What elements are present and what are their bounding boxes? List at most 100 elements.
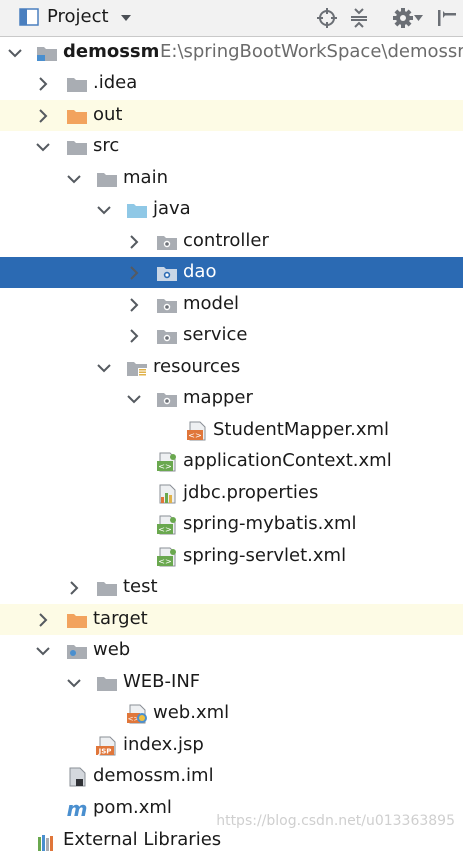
collapse-arrow-icon[interactable] bbox=[126, 297, 142, 313]
module-folder-icon bbox=[36, 43, 58, 63]
tree-label: index.jsp bbox=[123, 734, 204, 755]
tree-row-web-inf[interactable]: WEB-INF bbox=[0, 667, 463, 698]
xml-file-icon bbox=[186, 421, 208, 441]
tree-label: test bbox=[123, 576, 158, 597]
collapse-arrow-icon[interactable] bbox=[126, 328, 142, 344]
maven-file-icon bbox=[66, 799, 88, 819]
tree-row-web[interactable]: web bbox=[0, 635, 463, 666]
tree-row-demossm-iml[interactable]: demossm.iml bbox=[0, 761, 463, 792]
source-folder-icon bbox=[126, 200, 148, 220]
tree-row-main[interactable]: main bbox=[0, 163, 463, 194]
tree-label: main bbox=[123, 167, 168, 188]
hide-panel-icon[interactable] bbox=[436, 8, 458, 28]
tree-label: applicationContext.xml bbox=[183, 450, 392, 471]
tree-row-model[interactable]: model bbox=[0, 289, 463, 320]
tree-row-dao[interactable]: dao bbox=[0, 257, 463, 288]
project-toolbar: Project bbox=[0, 0, 463, 37]
tree-row-controller[interactable]: controller bbox=[0, 226, 463, 257]
tree-row-spring-mybatis-xml[interactable]: spring-mybatis.xml bbox=[0, 509, 463, 540]
project-tree[interactable]: demossm E:\springBootWorkSpace\demossm .… bbox=[0, 37, 463, 841]
collapse-arrow-icon[interactable] bbox=[66, 580, 82, 596]
jsp-file-icon bbox=[96, 736, 118, 756]
tree-label: model bbox=[183, 293, 240, 314]
iml-file-icon bbox=[66, 767, 88, 787]
tree-row-spring-servlet-xml[interactable]: spring-servlet.xml bbox=[0, 541, 463, 572]
tree-row-mapper[interactable]: mapper bbox=[0, 383, 463, 414]
tree-label: src bbox=[93, 135, 120, 156]
folder-icon bbox=[96, 673, 118, 693]
tree-row-java[interactable]: java bbox=[0, 194, 463, 225]
tree-label: .idea bbox=[93, 72, 138, 93]
tree-row-out[interactable]: out bbox=[0, 100, 463, 131]
properties-file-icon bbox=[156, 484, 178, 504]
spring-xml-file-icon bbox=[156, 452, 178, 472]
project-view-title[interactable]: Project bbox=[47, 6, 109, 28]
gear-dropdown-icon[interactable] bbox=[414, 15, 423, 21]
tree-row-target[interactable]: target bbox=[0, 604, 463, 635]
tree-label: pom.xml bbox=[93, 797, 172, 818]
package-icon bbox=[156, 295, 178, 315]
tree-row-idea[interactable]: .idea bbox=[0, 68, 463, 99]
tree-row-external-libraries[interactable]: External Libraries bbox=[63, 829, 221, 851]
tree-label: resources bbox=[153, 356, 241, 377]
tree-label: dao bbox=[183, 261, 217, 282]
collapse-all-icon[interactable] bbox=[349, 8, 369, 28]
expand-arrow-icon[interactable] bbox=[96, 202, 112, 218]
tree-row-web-xml[interactable]: web.xml bbox=[0, 698, 463, 729]
tree-label: web bbox=[93, 639, 131, 660]
tree-row-test[interactable]: test bbox=[0, 572, 463, 603]
tree-row-src[interactable]: src bbox=[0, 131, 463, 162]
tree-row-demossm[interactable]: demossm E:\springBootWorkSpace\demossm bbox=[0, 37, 463, 68]
tree-label: jdbc.properties bbox=[183, 482, 319, 503]
folder-icon bbox=[96, 578, 118, 598]
tree-label: web.xml bbox=[153, 702, 230, 723]
expand-arrow-icon[interactable] bbox=[66, 171, 82, 187]
tree-label: WEB-INF bbox=[123, 671, 201, 692]
collapse-arrow-icon[interactable] bbox=[35, 108, 51, 124]
locate-target-icon[interactable] bbox=[317, 8, 337, 28]
expand-arrow-icon[interactable] bbox=[66, 675, 82, 691]
collapse-arrow-icon[interactable] bbox=[35, 612, 51, 628]
tree-row-applicationcontext-xml[interactable]: applicationContext.xml bbox=[0, 446, 463, 477]
collapse-arrow-icon[interactable] bbox=[126, 265, 142, 281]
collapse-arrow-icon[interactable] bbox=[35, 76, 51, 92]
excluded-folder-icon bbox=[66, 106, 88, 126]
spring-xml-file-icon bbox=[156, 515, 178, 535]
expand-arrow-icon[interactable] bbox=[96, 360, 112, 376]
package-icon bbox=[156, 326, 178, 346]
expand-arrow-icon[interactable] bbox=[35, 139, 51, 155]
package-icon bbox=[156, 263, 178, 283]
folder-icon bbox=[66, 74, 88, 94]
tree-label: spring-servlet.xml bbox=[183, 545, 347, 566]
tree-row-resources[interactable]: resources bbox=[0, 352, 463, 383]
web-folder-icon bbox=[66, 641, 88, 661]
excluded-folder-icon bbox=[66, 610, 88, 630]
expand-arrow-icon[interactable] bbox=[35, 643, 51, 659]
tree-label: demossm bbox=[63, 41, 160, 62]
package-icon bbox=[156, 389, 178, 409]
tree-label: controller bbox=[183, 230, 269, 251]
tree-label: service bbox=[183, 324, 248, 345]
expand-arrow-icon[interactable] bbox=[126, 391, 142, 407]
expand-arrow-icon[interactable] bbox=[7, 45, 23, 61]
tree-row-studentmapper-xml[interactable]: StudentMapper.xml bbox=[0, 415, 463, 446]
tree-row-service[interactable]: service bbox=[0, 320, 463, 351]
tree-label: out bbox=[93, 104, 123, 125]
library-icon bbox=[36, 832, 58, 852]
folder-icon bbox=[96, 169, 118, 189]
project-view-icon bbox=[19, 8, 39, 26]
folder-icon bbox=[66, 137, 88, 157]
dropdown-caret-icon[interactable] bbox=[120, 14, 132, 22]
tree-label: mapper bbox=[183, 387, 253, 408]
spring-xml-file-icon bbox=[156, 547, 178, 567]
collapse-arrow-icon[interactable] bbox=[126, 234, 142, 250]
web-xml-file-icon bbox=[126, 704, 148, 724]
module-path: E:\springBootWorkSpace\demossm bbox=[160, 41, 463, 62]
tree-row-jdbc-properties[interactable]: jdbc.properties bbox=[0, 478, 463, 509]
package-icon bbox=[156, 232, 178, 252]
resources-folder-icon bbox=[126, 358, 148, 378]
gear-icon[interactable] bbox=[392, 7, 414, 29]
tree-label: java bbox=[153, 198, 191, 219]
tree-row-index-jsp[interactable]: index.jsp bbox=[0, 730, 463, 761]
tree-label: target bbox=[93, 608, 148, 629]
